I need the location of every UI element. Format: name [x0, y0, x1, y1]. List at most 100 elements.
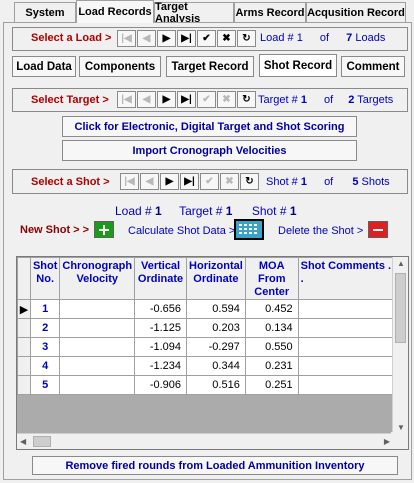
save-check-icon[interactable]: ✔ — [197, 30, 216, 47]
row-selector[interactable] — [17, 318, 31, 338]
target-refresh-icon[interactable]: ↻ — [237, 91, 256, 108]
current-selection-info: Load # 1 Target # 1 Shot # 1 — [115, 204, 297, 218]
horizontal-cell[interactable]: 0.594 — [186, 299, 246, 319]
horizontal-scrollbar[interactable]: ◀ ▶ — [17, 433, 393, 449]
previous-record-icon[interactable]: ◀ — [137, 30, 156, 47]
col-chronograph-velocity[interactable]: Chronograph Velocity — [59, 257, 136, 300]
shot-no-cell[interactable]: 5 — [29, 375, 61, 395]
first-record-icon[interactable]: |◀ — [117, 30, 136, 47]
scroll-down-icon[interactable]: ▼ — [397, 423, 405, 432]
tab-system[interactable]: System — [14, 2, 76, 23]
shot-cancel-x-icon[interactable]: ✖ — [220, 173, 239, 190]
moa-cell[interactable]: 0.251 — [244, 375, 299, 395]
vertical-cell[interactable]: -1.094 — [134, 337, 188, 357]
next-record-icon[interactable]: ▶ — [157, 30, 176, 47]
scroll-right-icon[interactable]: ▶ — [384, 437, 390, 446]
horizontal-cell[interactable]: -0.297 — [186, 337, 246, 357]
scroll-up-icon[interactable]: ▲ — [397, 259, 405, 268]
shot-no-cell[interactable]: 1 — [29, 299, 61, 319]
moa-cell[interactable]: 0.231 — [244, 356, 299, 376]
previous-shot-icon[interactable]: ◀ — [140, 173, 159, 190]
shot-data-grid[interactable]: Shot No. Chronograph Velocity Vertical O… — [16, 256, 409, 450]
add-shot-icon[interactable] — [94, 221, 114, 238]
moa-cell[interactable]: 0.550 — [244, 337, 299, 357]
last-shot-icon[interactable]: ▶| — [180, 173, 199, 190]
col-horizontal-ordinate[interactable]: Horizontal Ordinate — [186, 257, 246, 300]
velocity-cell[interactable] — [59, 356, 136, 376]
import-velocities-button[interactable]: Import Cronograph Velocities — [62, 140, 357, 161]
table-row[interactable]: 3 -1.094 -0.297 0.550 — [17, 337, 408, 357]
col-shot-no[interactable]: Shot No. — [29, 257, 61, 300]
scroll-left-icon[interactable]: ◀ — [20, 437, 26, 446]
target-nav-label: Select Target > — [31, 94, 109, 106]
table-row[interactable]: ▶ 1 -0.656 0.594 0.452 — [17, 299, 408, 319]
previous-target-icon[interactable]: ◀ — [137, 91, 156, 108]
vertical-cell[interactable]: -0.656 — [134, 299, 188, 319]
target-save-check-icon[interactable]: ✔ — [197, 91, 216, 108]
row-selector[interactable] — [17, 337, 31, 357]
table-row[interactable]: 4 -1.234 0.344 0.231 — [17, 356, 408, 376]
velocity-cell[interactable] — [59, 299, 136, 319]
row-selector[interactable] — [17, 375, 31, 395]
tab-load-records[interactable]: Load Records — [76, 0, 154, 23]
table-row[interactable]: 5 -0.906 0.516 0.251 — [17, 375, 408, 395]
calculate-label: Calculate Shot Data > — [128, 225, 236, 237]
vertical-scroll-thumb[interactable] — [395, 273, 406, 343]
horizontal-cell[interactable]: 0.344 — [186, 356, 246, 376]
electronic-scoring-button[interactable]: Click for Electronic, Digital Target and… — [62, 116, 357, 137]
delete-shot-icon[interactable] — [368, 221, 388, 238]
next-shot-icon[interactable]: ▶ — [160, 173, 179, 190]
new-shot-label: New Shot > > — [20, 224, 90, 236]
velocity-cell[interactable] — [59, 375, 136, 395]
tab-target-record[interactable]: Target Record — [166, 56, 254, 77]
col-vertical-ordinate[interactable]: Vertical Ordinate — [134, 257, 188, 300]
shot-nav-label: Select a Shot > — [31, 176, 110, 188]
velocity-cell[interactable] — [59, 318, 136, 338]
next-target-icon[interactable]: ▶ — [157, 91, 176, 108]
shot-table: Shot No. Chronograph Velocity Vertical O… — [17, 257, 408, 395]
velocity-cell[interactable] — [59, 337, 136, 357]
current-row-indicator-icon: ▶ — [17, 299, 31, 319]
target-nav-status: Target # 1 of 2 Targets — [258, 94, 394, 106]
shot-refresh-icon[interactable]: ↻ — [240, 173, 259, 190]
scrollbar-corner — [391, 432, 408, 449]
selector-header — [17, 257, 31, 300]
first-shot-icon[interactable]: |◀ — [120, 173, 139, 190]
shot-no-cell[interactable]: 3 — [29, 337, 61, 357]
vertical-scrollbar[interactable]: ▲ ▼ — [392, 257, 408, 434]
load-nav-status: Load # 1 of 7 Loads — [260, 32, 386, 44]
tab-shot-record[interactable]: Shot Record — [259, 54, 337, 77]
moa-cell[interactable]: 0.134 — [244, 318, 299, 338]
horizontal-cell[interactable]: 0.516 — [186, 375, 246, 395]
shot-save-check-icon[interactable]: ✔ — [200, 173, 219, 190]
tab-target-analysis[interactable]: Target Analysis — [154, 1, 234, 25]
row-selector[interactable] — [17, 356, 31, 376]
vertical-cell[interactable]: -0.906 — [134, 375, 188, 395]
cancel-x-icon[interactable]: ✖ — [217, 30, 236, 47]
tab-comment[interactable]: Comment — [341, 56, 405, 77]
tab-load-data[interactable]: Load Data — [12, 56, 76, 77]
vertical-cell[interactable]: -1.234 — [134, 356, 188, 376]
table-header-row: Shot No. Chronograph Velocity Vertical O… — [17, 257, 408, 300]
first-target-icon[interactable]: |◀ — [117, 91, 136, 108]
delete-label: Delete the Shot > — [278, 225, 364, 237]
shot-no-cell[interactable]: 2 — [29, 318, 61, 338]
last-target-icon[interactable]: ▶| — [177, 91, 196, 108]
calculator-icon[interactable] — [234, 219, 264, 240]
remove-fired-rounds-button[interactable]: Remove fired rounds from Loaded Ammuniti… — [32, 456, 398, 475]
tab-acquisition-record[interactable]: Acqusition Record — [306, 2, 406, 23]
vertical-cell[interactable]: -1.125 — [134, 318, 188, 338]
refresh-icon[interactable]: ↻ — [237, 30, 256, 47]
table-row[interactable]: 2 -1.125 0.203 0.134 — [17, 318, 408, 338]
horizontal-scroll-thumb[interactable] — [33, 436, 51, 447]
load-nav-label: Select a Load > — [31, 32, 112, 44]
shot-no-cell[interactable]: 4 — [29, 356, 61, 376]
moa-cell[interactable]: 0.452 — [244, 299, 299, 319]
target-cancel-x-icon[interactable]: ✖ — [217, 91, 236, 108]
shot-nav-status: Shot # 1 of 5 Shots — [266, 176, 390, 188]
tab-components[interactable]: Components — [79, 56, 161, 77]
horizontal-cell[interactable]: 0.203 — [186, 318, 246, 338]
last-record-icon[interactable]: ▶| — [177, 30, 196, 47]
col-moa-from-center[interactable]: MOA From Center — [244, 257, 299, 300]
tab-arms-record[interactable]: Arms Record — [234, 2, 306, 23]
